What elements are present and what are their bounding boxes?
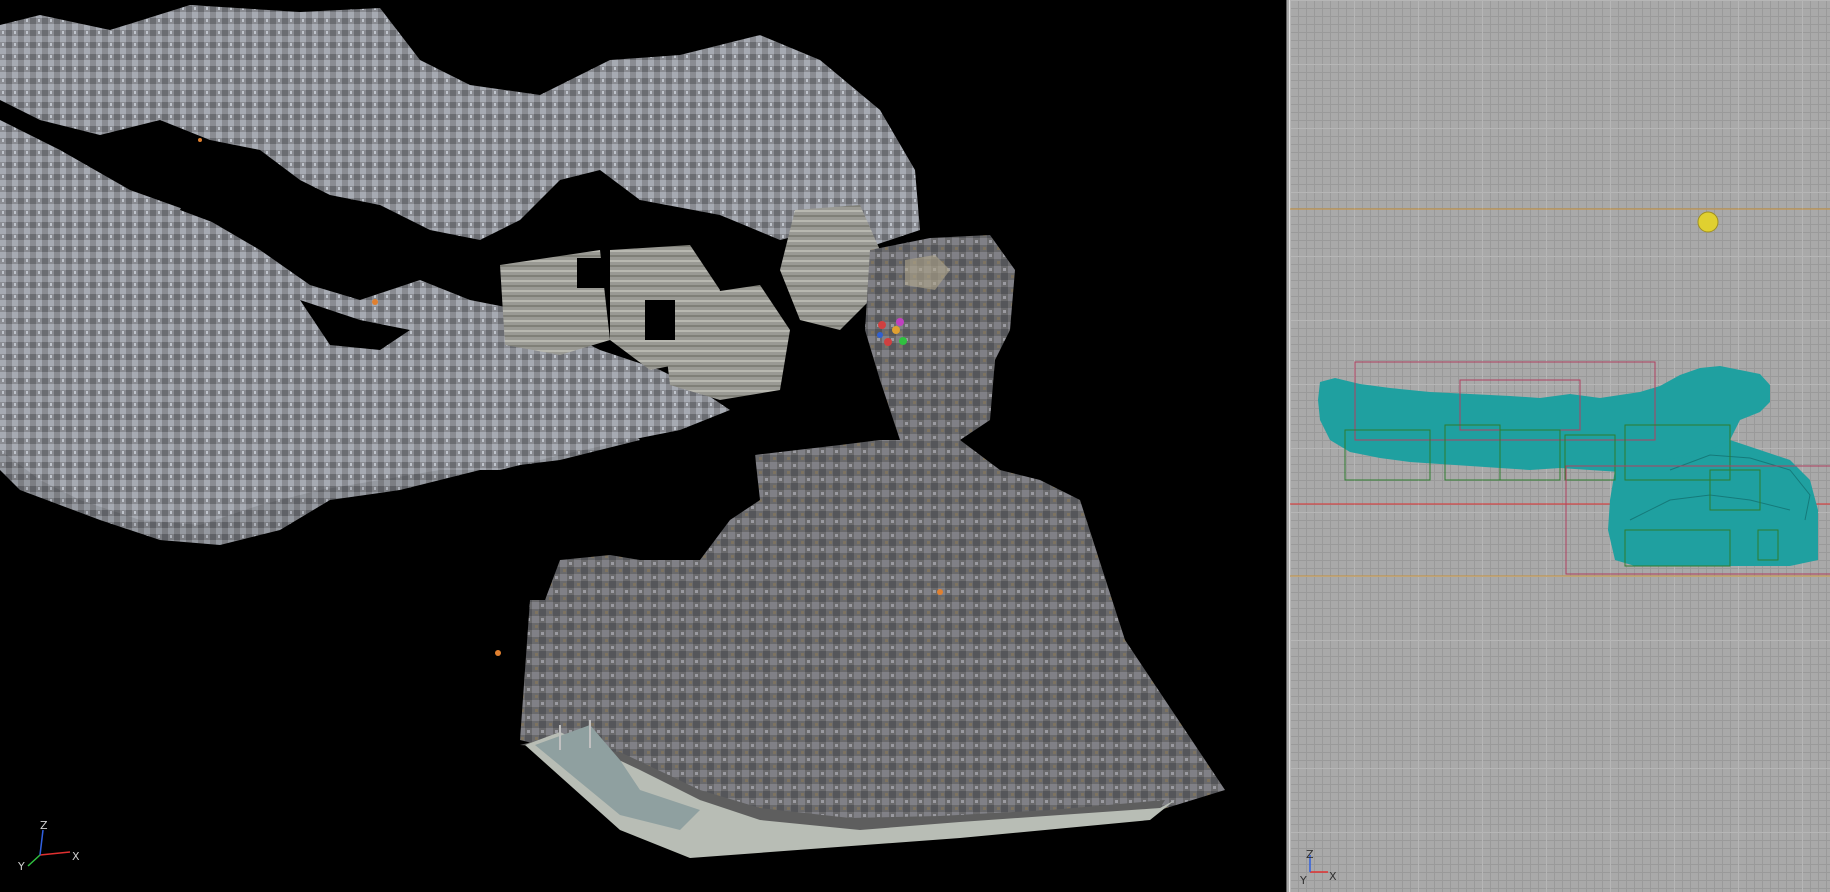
ortho-axis-gizmo: X Y Z [1299,848,1337,887]
entity-marker[interactable] [495,650,501,656]
axis-z-label: Z [40,819,48,832]
ortho-axis-y-label: Y [1299,874,1307,887]
ortho-axis-x-label: X [1329,870,1337,883]
axis-gizmo: X Y Z [17,819,80,873]
orthographic-viewport[interactable]: X Y Z [1290,0,1830,892]
entity-marker[interactable] [198,138,202,142]
axis-x-label: X [72,850,80,863]
entity-marker[interactable] [878,321,886,329]
perspective-scene[interactable]: X Y Z [0,0,1286,892]
entity-marker[interactable] [884,338,892,346]
entity-marker[interactable] [937,589,943,595]
orthographic-scene[interactable]: X Y Z [1290,0,1830,892]
axis-y-label: Y [17,860,25,873]
perspective-viewport[interactable]: X Y Z [0,0,1286,892]
entity-marker[interactable] [877,332,883,338]
ortho-axis-z-label: Z [1306,848,1314,861]
light-entity-icon[interactable] [1697,211,1719,233]
entity-marker[interactable] [896,318,904,326]
entity-marker[interactable] [899,337,907,345]
tower-mesh [865,235,1015,440]
entity-marker[interactable] [892,326,900,334]
entity-marker[interactable] [372,299,378,305]
